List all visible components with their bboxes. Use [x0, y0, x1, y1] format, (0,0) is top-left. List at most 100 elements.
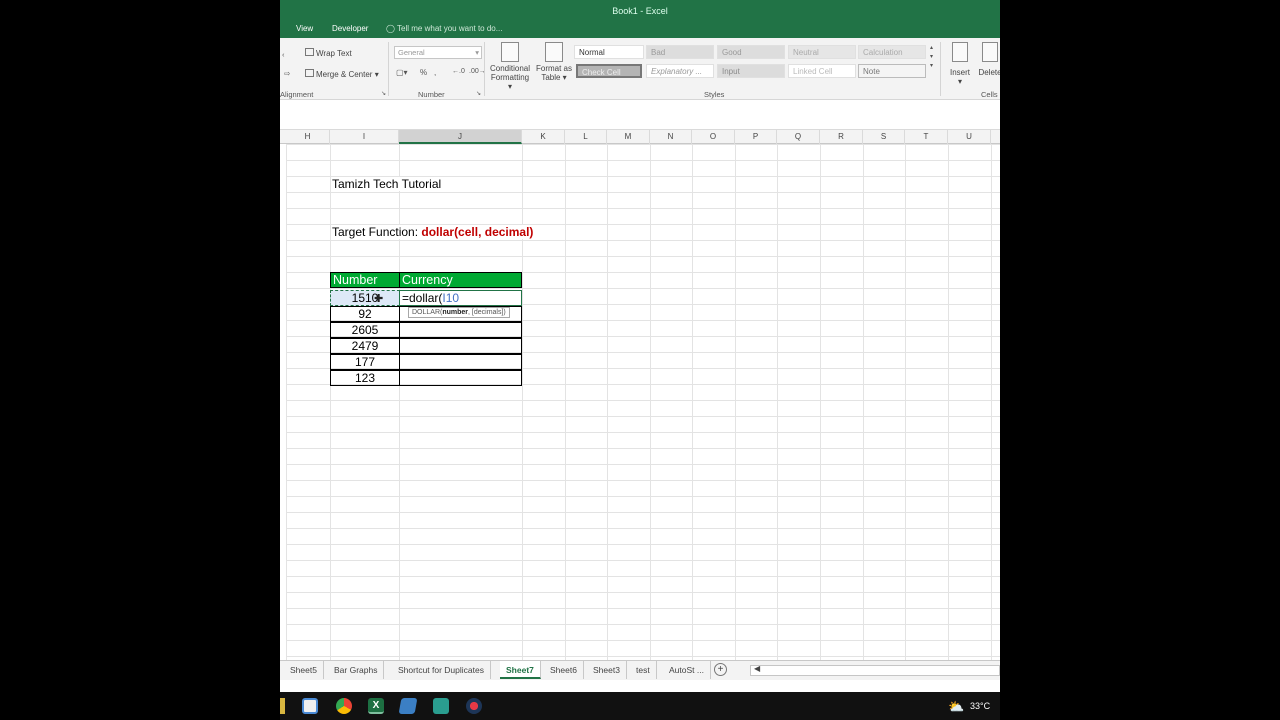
number-cell[interactable]: 92 — [330, 306, 400, 322]
tell-me-search[interactable]: ◯ Tell me what you want to do... — [386, 24, 502, 33]
style-calculation[interactable]: Calculation — [858, 45, 926, 59]
conditional-formatting-button[interactable]: Conditional Formatting ▾ — [488, 42, 532, 91]
style-note[interactable]: Note — [858, 64, 926, 78]
sheet-tab[interactable]: test — [630, 661, 657, 679]
style-normal[interactable]: Normal — [574, 45, 644, 59]
wrap-text-label: Wrap Text — [316, 49, 352, 58]
chevron-down-icon: ▾ — [507, 82, 512, 91]
divider — [484, 42, 485, 96]
style-explanatory[interactable]: Explanatory ... — [646, 64, 714, 78]
sheet-tab[interactable]: Bar Graphs — [328, 661, 385, 679]
column-header[interactable]: S — [863, 130, 905, 144]
number-cell[interactable]: 2479 — [330, 338, 400, 354]
formula-cell-ref: I10 — [442, 291, 460, 305]
file-explorer-icon[interactable] — [280, 698, 285, 714]
conditional-formatting-icon — [501, 42, 519, 62]
alignment-launcher-icon[interactable]: ↘ — [381, 90, 386, 97]
number-cell[interactable]: 2605 — [330, 322, 400, 338]
app-icon[interactable] — [466, 698, 482, 714]
header-number[interactable]: Number — [330, 272, 400, 288]
style-input[interactable]: Input — [717, 64, 785, 78]
cells-group-label: Cells — [981, 90, 998, 99]
tab-developer[interactable]: Developer — [332, 24, 368, 33]
number-format-select[interactable]: General ▾ — [394, 46, 482, 59]
column-header[interactable]: R — [820, 130, 863, 144]
window-title: Book1 - Excel — [612, 6, 668, 16]
insert-label: Insert — [949, 68, 970, 77]
currency-cell[interactable] — [399, 354, 522, 370]
style-neutral[interactable]: Neutral — [788, 45, 856, 59]
add-sheet-icon[interactable]: + — [714, 663, 727, 676]
currency-cell[interactable] — [399, 322, 522, 338]
wrap-text-icon — [305, 48, 314, 56]
format-as-table-button[interactable]: Format as Table ▾ — [534, 42, 574, 82]
merge-icon — [305, 69, 314, 77]
sheet-tab[interactable]: AutoSt ... — [663, 661, 711, 679]
target-function-cell[interactable]: Target Function: dollar(cell, decimal) — [332, 225, 534, 239]
formula-bar-area — [280, 100, 1000, 130]
chevron-down-icon: ▾ — [957, 77, 962, 86]
horizontal-scrollbar[interactable]: ◀ — [750, 664, 1000, 676]
style-bad[interactable]: Bad — [646, 45, 714, 59]
tab-view[interactable]: View — [296, 24, 313, 33]
column-header[interactable]: L — [565, 130, 607, 144]
sheet-tab[interactable]: Sheet5 — [284, 661, 324, 679]
formula-edit-cell[interactable]: =dollar(I10 — [399, 290, 522, 306]
temperature-label: 33°C — [970, 701, 991, 711]
excel-window: Book1 - Excel View Developer ◯ Tell me w… — [280, 0, 1000, 692]
column-header[interactable]: T — [905, 130, 948, 144]
align-arrow-icon[interactable]: ‹ — [282, 50, 285, 59]
insert-button[interactable]: Insert ▾ — [946, 42, 974, 86]
column-header[interactable]: U — [948, 130, 991, 144]
excel-icon[interactable]: X — [368, 698, 384, 714]
number-launcher-icon[interactable]: ↘ — [476, 90, 481, 97]
style-linked-cell[interactable]: Linked Cell — [788, 64, 856, 78]
sheet-tab[interactable]: Sheet3 — [587, 661, 627, 679]
chrome-icon[interactable] — [336, 698, 352, 714]
number-cell[interactable]: 177 — [330, 354, 400, 370]
sheet-tab[interactable]: Sheet6 — [544, 661, 584, 679]
comma-style-button[interactable]: , — [434, 68, 436, 77]
column-header[interactable]: O — [692, 130, 735, 144]
currency-cell[interactable] — [399, 338, 522, 354]
delete-button[interactable]: Delete — [976, 42, 1000, 77]
column-header[interactable]: I — [330, 130, 399, 144]
header-currency[interactable]: Currency — [399, 272, 522, 288]
scroll-left-icon[interactable]: ◀ — [754, 664, 760, 673]
store-icon[interactable] — [302, 698, 318, 714]
wrap-text-button[interactable]: Wrap Text — [305, 48, 352, 58]
tool-app-icon[interactable] — [433, 698, 449, 714]
number-cell-selected[interactable]: 1510 — [330, 290, 400, 306]
indent-icon[interactable]: ⇨ — [284, 69, 290, 78]
tell-me-text: Tell me what you want to do... — [397, 24, 503, 33]
divider — [388, 42, 389, 96]
chevron-down-icon: ▾ — [374, 70, 379, 79]
merge-center-button[interactable]: Merge & Center ▾ — [305, 69, 379, 79]
fat-label-1: Format as — [535, 64, 572, 73]
currency-format-icon[interactable]: ▢▾ — [396, 68, 408, 77]
percent-button[interactable]: % — [420, 68, 427, 77]
increase-decimal-icon[interactable]: ←.0 — [452, 68, 465, 75]
notepad-icon[interactable] — [398, 698, 418, 714]
divider — [940, 42, 941, 96]
sheet-tab-active[interactable]: Sheet7 — [500, 661, 541, 679]
style-good[interactable]: Good — [717, 45, 785, 59]
number-cell[interactable]: 123 — [330, 370, 400, 386]
sheet-title-cell[interactable]: Tamizh Tech Tutorial — [332, 177, 442, 191]
weather-icon[interactable]: ⛅ — [948, 699, 964, 715]
style-check-cell[interactable]: Check Cell — [576, 64, 642, 78]
column-header[interactable]: P — [735, 130, 777, 144]
cell-grid[interactable] — [286, 144, 1000, 660]
alignment-group-label: Alignment — [280, 90, 314, 99]
column-header[interactable]: H — [286, 130, 330, 144]
column-header[interactable]: N — [650, 130, 692, 144]
column-header[interactable]: K — [522, 130, 565, 144]
column-header[interactable]: M — [607, 130, 650, 144]
sheet-tab[interactable]: Shortcut for Duplicates — [392, 661, 491, 679]
column-header[interactable]: Q — [777, 130, 820, 144]
cf-label-2: Formatting — [490, 73, 530, 82]
currency-cell[interactable] — [399, 370, 522, 386]
column-header-selected[interactable]: J — [399, 130, 522, 144]
styles-scroll-icon[interactable]: ▴ ▾ ▾ — [930, 44, 933, 71]
tooltip-fn: DOLLAR( — [412, 309, 443, 316]
